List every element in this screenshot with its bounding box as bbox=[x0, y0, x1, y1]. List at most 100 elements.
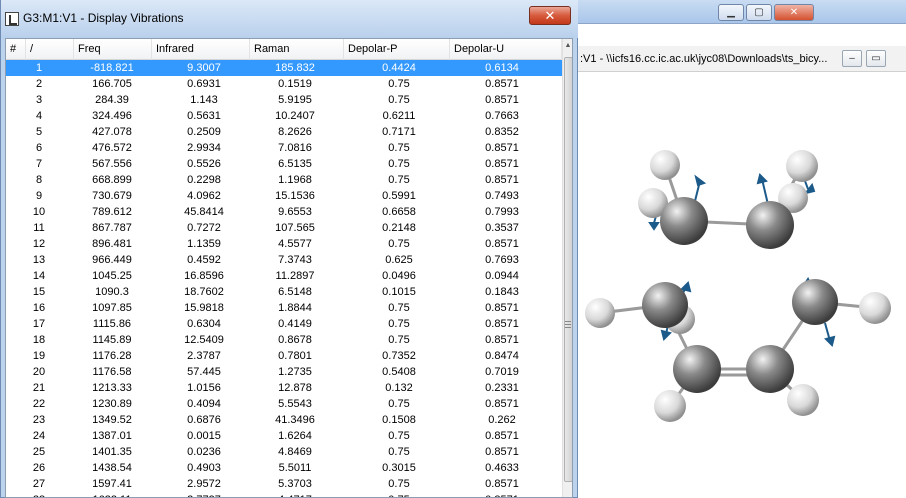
carbon-atom bbox=[660, 197, 708, 245]
vertical-scrollbar[interactable]: ▲ bbox=[562, 39, 572, 497]
table-row[interactable]: 4 324.496 0.5631 10.2407 0.6211 0.7663 bbox=[6, 108, 562, 124]
scrollbar-thumb[interactable] bbox=[564, 57, 572, 482]
table-row[interactable]: 24 1387.01 0.0015 1.6264 0.75 0.8571 bbox=[6, 428, 562, 444]
cell-freq: 966.449 bbox=[92, 254, 132, 266]
table-row[interactable]: 7 567.556 0.5526 6.5135 0.75 0.8571 bbox=[6, 156, 562, 172]
cell-depolar-p: 0.625 bbox=[385, 254, 413, 266]
cell-raman: 5.3703 bbox=[278, 478, 312, 490]
cell-freq: 1145.89 bbox=[92, 334, 132, 346]
table-row[interactable]: 23 1349.52 0.6876 41.3496 0.1508 0.262 bbox=[6, 412, 562, 428]
column-header-depolar-p[interactable]: Depolar-P bbox=[344, 39, 450, 60]
cell-freq: 1176.58 bbox=[92, 366, 132, 378]
table-row[interactable]: 14 1045.25 16.8596 11.2897 0.0496 0.0944 bbox=[6, 268, 562, 284]
cell-raman: 7.0816 bbox=[278, 142, 312, 154]
cell-freq: 567.556 bbox=[92, 158, 132, 170]
cell-infrared: 0.6931 bbox=[187, 78, 221, 90]
cell-infrared: 16.8596 bbox=[184, 270, 224, 282]
column-header-infrared[interactable]: Infrared bbox=[152, 39, 250, 60]
carbon-atoms bbox=[642, 197, 838, 393]
dialog-close-button[interactable]: ✕ bbox=[529, 6, 571, 25]
table-row[interactable]: 12 896.481 1.1359 4.5577 0.75 0.8571 bbox=[6, 236, 562, 252]
dialog-titlebar[interactable]: G3:M1:V1 - Display Vibrations ✕ bbox=[1, 0, 578, 38]
table-row[interactable]: 11 867.787 0.7272 107.565 0.2148 0.3537 bbox=[6, 220, 562, 236]
maximize-button[interactable]: ▢ bbox=[746, 4, 772, 21]
cell-raman: 107.565 bbox=[275, 222, 315, 234]
cell-depolar-u: 0.8571 bbox=[485, 174, 519, 186]
table-row[interactable]: 10 789.612 45.8414 9.6553 0.6658 0.7993 bbox=[6, 204, 562, 220]
cell-raman: 0.4149 bbox=[278, 318, 312, 330]
cell-depolar-p: 0.75 bbox=[354, 492, 444, 497]
cell-raman: 10.2407 bbox=[275, 110, 315, 122]
table-row[interactable]: 19 1176.28 2.3787 0.7801 0.7352 0.8474 bbox=[6, 348, 562, 364]
cell-depolar-p: 0.75 bbox=[388, 446, 410, 458]
molecule-viewport[interactable] bbox=[580, 73, 906, 498]
cell-depolar-p: 0.75 bbox=[388, 142, 410, 154]
cell-raman: 5.9195 bbox=[278, 94, 312, 106]
sub-restore-button[interactable]: ▭ bbox=[866, 50, 886, 67]
cell-raman: 185.832 bbox=[275, 62, 315, 74]
table-row[interactable]: 13 966.449 0.4592 7.3743 0.625 0.7693 bbox=[6, 252, 562, 268]
cell-raman: 11.2897 bbox=[275, 270, 315, 282]
cell-infrared: 1.143 bbox=[190, 94, 218, 106]
cell-infrared: 2.9934 bbox=[187, 142, 221, 154]
column-header-raman[interactable]: Raman bbox=[250, 39, 344, 60]
molecule-render bbox=[585, 150, 891, 422]
table-row[interactable]: 6 476.572 2.9934 7.0816 0.75 0.8571 bbox=[6, 140, 562, 156]
cell-infrared: 0.4592 bbox=[187, 254, 221, 266]
cell-freq: 324.496 bbox=[92, 110, 132, 122]
carbon-atom bbox=[642, 282, 688, 328]
cell-freq: 1597.41 bbox=[92, 478, 132, 490]
sub-minimize-button[interactable]: – bbox=[842, 50, 862, 67]
table-row[interactable]: 17 1115.86 0.6304 0.4149 0.75 0.8571 bbox=[6, 316, 562, 332]
table-row[interactable]: 3 284.39 1.143 5.9195 0.75 0.8571 bbox=[6, 92, 562, 108]
cell-depolar-u: 0.8352 bbox=[485, 126, 519, 138]
table-row[interactable]: 25 1401.35 0.0236 4.8469 0.75 0.8571 bbox=[6, 444, 562, 460]
cell-raman: 8.2626 bbox=[278, 126, 312, 138]
table-row[interactable]: 18 1145.89 12.5409 0.8678 0.75 0.8571 bbox=[6, 332, 562, 348]
cell-raman: 5.5011 bbox=[278, 462, 312, 474]
column-header-number[interactable]: # bbox=[6, 39, 26, 60]
cell-depolar-p: 0.75 bbox=[388, 158, 410, 170]
close-icon: ✕ bbox=[789, 7, 799, 18]
cell-freq: 1230.89 bbox=[92, 398, 132, 410]
cell-raman: 41.3496 bbox=[275, 414, 315, 426]
cell-infrared: 2.7737 bbox=[159, 492, 249, 497]
cell-depolar-u: 0.8571 bbox=[485, 142, 519, 154]
cell-depolar-u: 0.8571 bbox=[485, 334, 519, 346]
table-row[interactable]: 16 1097.85 15.9818 1.8844 0.75 0.8571 bbox=[6, 300, 562, 316]
cell-depolar-u: 0.7693 bbox=[485, 254, 519, 266]
table-row[interactable]: 15 1090.3 18.7602 6.5148 0.1015 0.1843 bbox=[6, 284, 562, 300]
table-row[interactable]: 22 1230.89 0.4094 5.5543 0.75 0.8571 bbox=[6, 396, 562, 412]
cell-infrared: 15.9818 bbox=[184, 302, 224, 314]
sort-indicator-icon[interactable]: / bbox=[26, 39, 74, 60]
table-row[interactable]: 21 1213.33 1.0156 12.878 0.132 0.2331 bbox=[6, 380, 562, 396]
cell-infrared: 0.4903 bbox=[187, 462, 221, 474]
column-header-depolar-u[interactable]: Depolar-U bbox=[450, 39, 562, 60]
cell-infrared: 0.2509 bbox=[187, 126, 221, 138]
cell-depolar-u: 0.1843 bbox=[485, 286, 519, 298]
table-row[interactable]: 281632.112.77374.47170.750.8571 bbox=[6, 492, 562, 497]
cell-depolar-u: 0.8571 bbox=[485, 302, 519, 314]
cell-freq: 896.481 bbox=[92, 238, 132, 250]
table-row[interactable]: 27 1597.41 2.9572 5.3703 0.75 0.8571 bbox=[6, 476, 562, 492]
table-row[interactable]: 9 730.679 4.0962 15.1536 0.5991 0.7493 bbox=[6, 188, 562, 204]
table-row[interactable]: 1 -818.821 9.3007 185.832 0.4424 0.6134 bbox=[6, 60, 562, 76]
table-row[interactable]: 26 1438.54 0.4903 5.5011 0.3015 0.4633 bbox=[6, 460, 562, 476]
cell-freq: 1097.85 bbox=[92, 302, 132, 314]
close-icon: ✕ bbox=[544, 8, 556, 23]
cell-raman: 7.3743 bbox=[278, 254, 312, 266]
cell-infrared: 2.9572 bbox=[187, 478, 221, 490]
minimize-button[interactable]: ▁ bbox=[718, 4, 744, 21]
table-row[interactable]: 5 427.078 0.2509 8.2626 0.7171 0.8352 bbox=[6, 124, 562, 140]
cell-freq: 668.899 bbox=[92, 174, 132, 186]
scroll-up-icon[interactable]: ▲ bbox=[563, 39, 572, 53]
cell-freq: 1349.52 bbox=[92, 414, 132, 426]
cell-depolar-u: 0.6134 bbox=[485, 62, 519, 74]
table-row[interactable]: 8 668.899 0.2298 1.1968 0.75 0.8571 bbox=[6, 172, 562, 188]
dialog-title: G3:M1:V1 - Display Vibrations bbox=[23, 11, 184, 25]
hydrogen-atom bbox=[654, 390, 686, 422]
main-close-button[interactable]: ✕ bbox=[774, 4, 814, 21]
table-row[interactable]: 2 166.705 0.6931 0.1519 0.75 0.8571 bbox=[6, 76, 562, 92]
table-row[interactable]: 20 1176.58 57.445 1.2735 0.5408 0.7019 bbox=[6, 364, 562, 380]
column-header-freq[interactable]: Freq bbox=[74, 39, 152, 60]
